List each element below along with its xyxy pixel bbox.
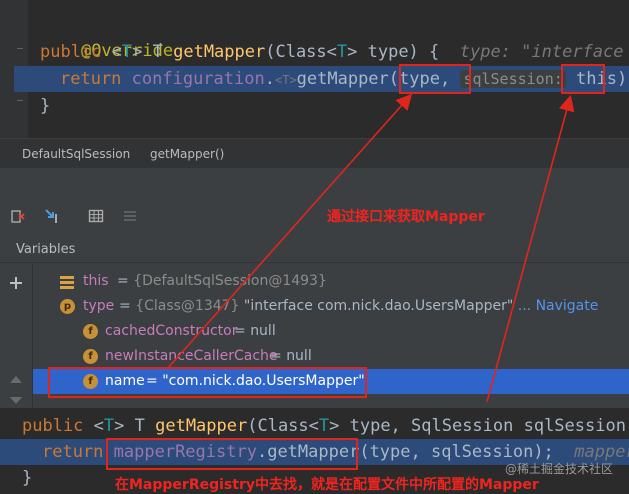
arrow-to-type-arg <box>167 93 413 369</box>
arrow-to-this-arg <box>486 94 575 403</box>
annotation-arrows <box>167 93 575 403</box>
annotation-note-top: 通过接口来获取Mapper <box>327 209 485 225</box>
annotation-note-bottom: 在MapperRegistry中去找，就是在配置文件中所配置的Mapper <box>115 477 539 493</box>
watermark: @稀土掘金技术社区 <box>504 462 613 476</box>
